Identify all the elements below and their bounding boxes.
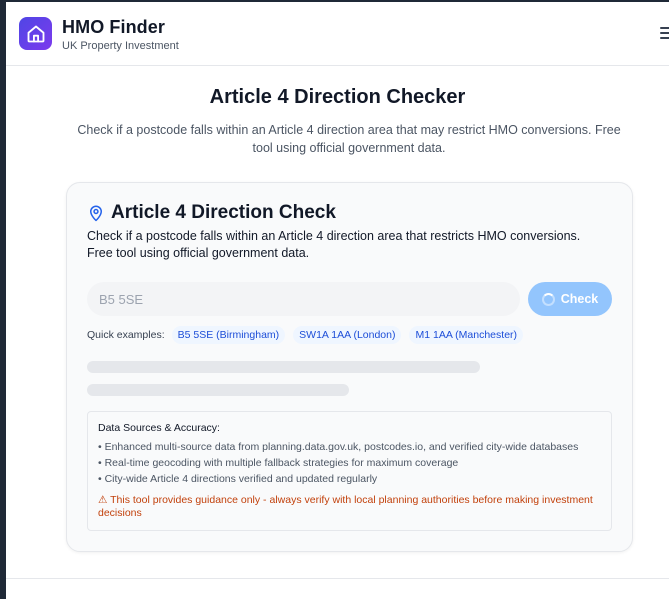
card-title-row: Article 4 Direction Check [87, 202, 336, 224]
data-sources-panel: Data Sources & Accuracy: • Enhanced mult… [87, 411, 612, 531]
quick-examples: Quick examples: B5 5SE (Birmingham) SW1A… [87, 326, 531, 344]
guidance-warning: ⚠ This tool provides guidance only - alw… [98, 494, 593, 519]
loading-skeleton-line [87, 384, 349, 396]
card-title: Article 4 Direction Check [111, 202, 336, 223]
brand-subtitle: UK Property Investment [62, 40, 179, 52]
quick-example-birmingham[interactable]: B5 5SE (Birmingham) [171, 326, 286, 344]
house-icon[interactable] [19, 17, 52, 50]
check-button[interactable]: Check [528, 282, 612, 316]
page-description: Check if a postcode falls within an Arti… [77, 123, 621, 155]
quick-example-london[interactable]: SW1A 1AA (London) [293, 326, 402, 344]
page-title: Article 4 Direction Checker [209, 86, 466, 108]
sources-item: • City-wide Article 4 directions verifie… [98, 473, 378, 485]
quick-examples-label: Quick examples: [87, 329, 165, 341]
footer-divider [6, 578, 669, 579]
brand-title[interactable]: HMO Finder [62, 17, 165, 38]
sources-item: • Enhanced multi-source data from planni… [98, 441, 579, 453]
quick-example-manchester[interactable]: M1 1AA (Manchester) [409, 326, 524, 344]
hamburger-menu-icon[interactable] [660, 27, 669, 39]
card-description: Check if a postcode falls within an Arti… [87, 229, 581, 260]
postcode-input[interactable] [87, 282, 520, 316]
check-button-label: Check [560, 292, 599, 306]
app-window: HMO Finder UK Property Investment Articl… [0, 0, 669, 599]
sources-item: • Real-time geocoding with multiple fall… [98, 457, 459, 469]
sources-title: Data Sources & Accuracy: [98, 422, 220, 434]
spinner-icon [541, 292, 555, 306]
map-pin-icon [87, 203, 105, 223]
site-header: HMO Finder UK Property Investment [6, 2, 669, 66]
loading-skeleton-line [87, 361, 480, 373]
article4-check-card: Article 4 Direction Check Check if a pos… [66, 182, 633, 552]
